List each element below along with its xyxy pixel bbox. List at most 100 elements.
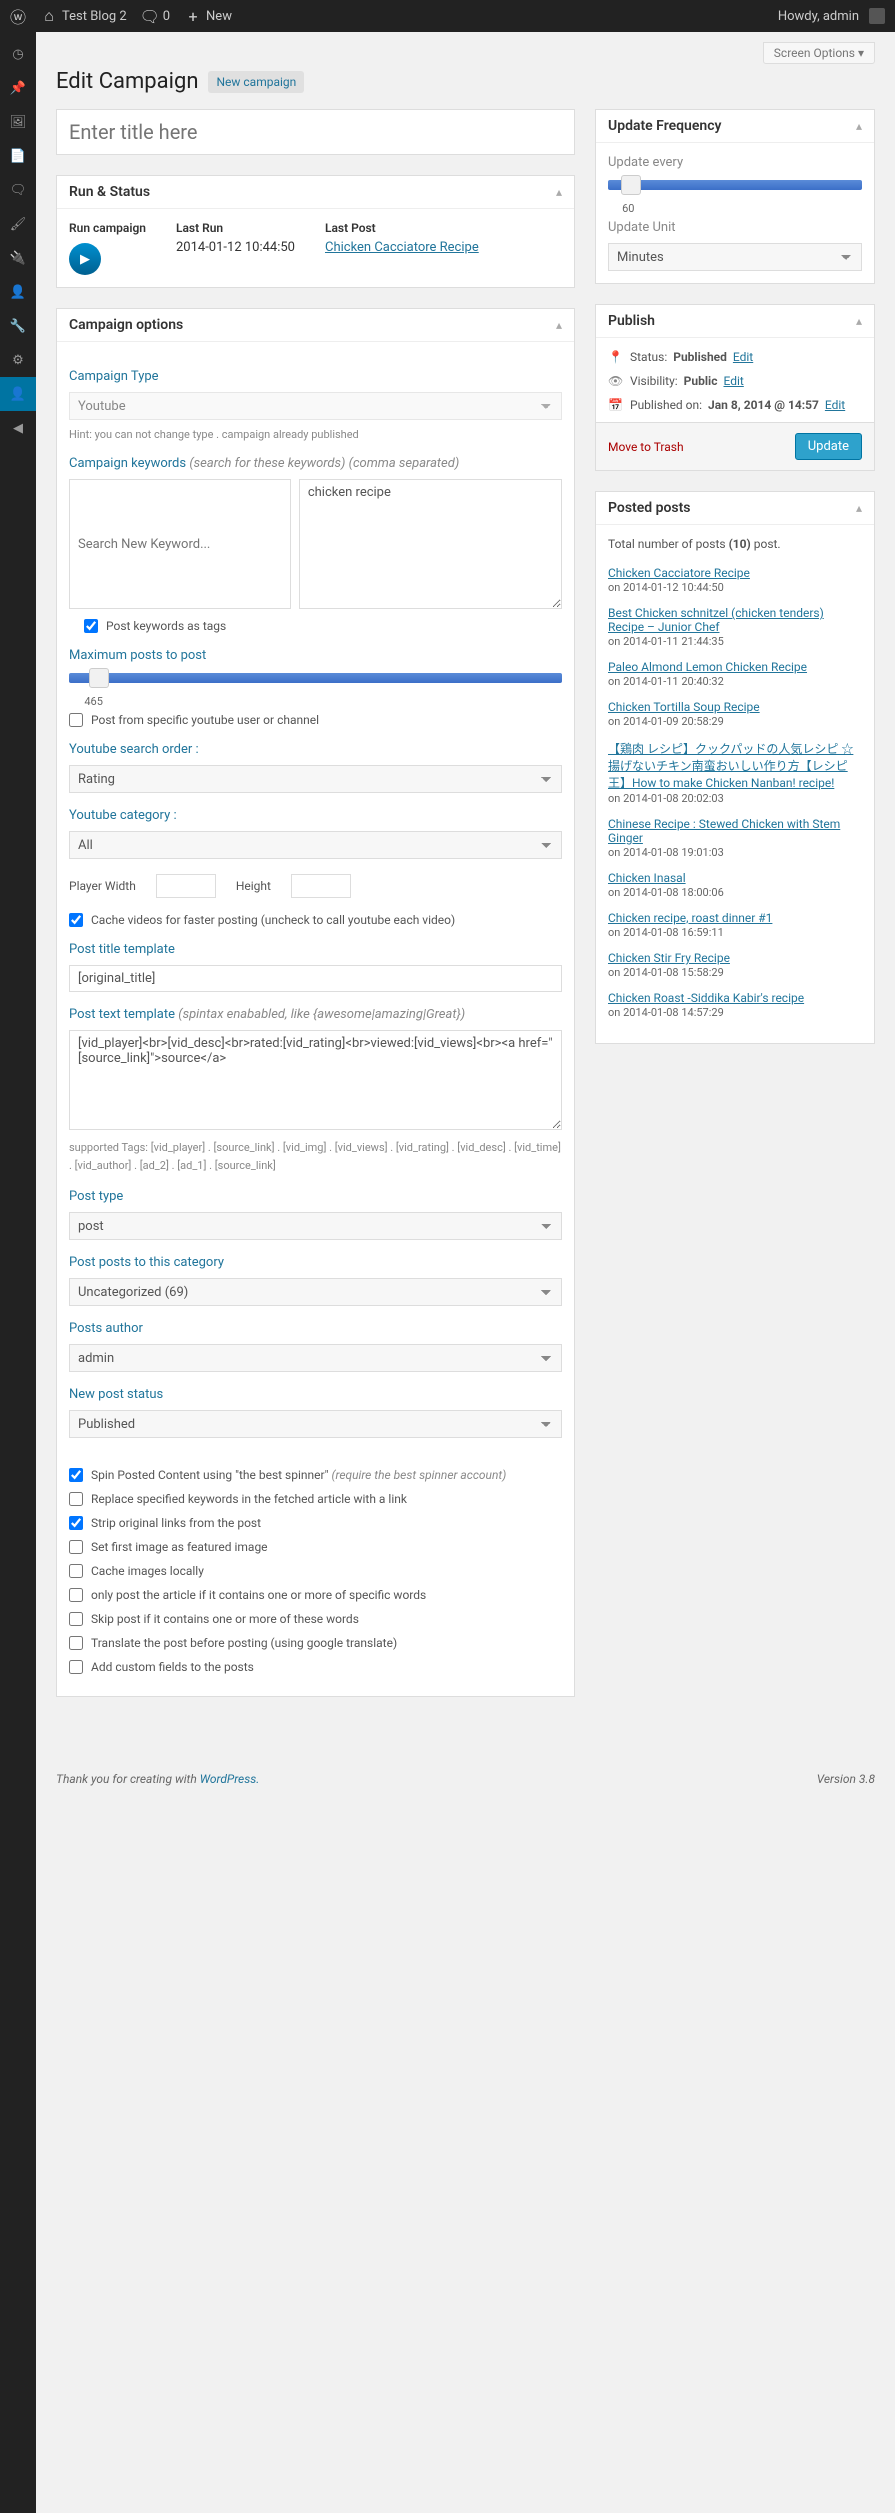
sidebar-comments[interactable]: 🗨 xyxy=(0,173,36,207)
posted-link[interactable]: Chicken Inasal xyxy=(608,871,686,885)
only-post-if-checkbox[interactable] xyxy=(69,1588,83,1602)
posted-item: Chicken recipe, roast dinner #1on 2014-0… xyxy=(608,911,862,939)
title-template-input[interactable] xyxy=(69,965,562,992)
sidebar-posts[interactable]: 📌 xyxy=(0,71,36,105)
posted-link[interactable]: Paleo Almond Lemon Chicken Recipe xyxy=(608,660,807,674)
specific-user-checkbox[interactable] xyxy=(69,713,83,727)
last-post-link[interactable]: Chicken Cacciatore Recipe xyxy=(325,240,479,255)
player-width-label: Player Width xyxy=(69,879,136,893)
wordpress-link[interactable]: WordPress. xyxy=(200,1772,260,1786)
chevron-up-icon: ▴ xyxy=(856,501,862,515)
posted-link[interactable]: Chicken Cacciatore Recipe xyxy=(608,566,750,580)
strip-links-checkbox[interactable] xyxy=(69,1516,83,1530)
height-label: Height xyxy=(236,879,271,893)
post-keywords-tags-label: Post keywords as tags xyxy=(106,619,226,633)
category-select[interactable]: All xyxy=(69,831,562,859)
page-title: Edit Campaign xyxy=(56,69,198,94)
status-edit-link[interactable]: Edit xyxy=(733,350,753,364)
cache-images-checkbox[interactable] xyxy=(69,1564,83,1578)
update-frequency-box: Update Frequency▴ Update every 60 Update… xyxy=(595,109,875,284)
sidebar-tools[interactable]: 🔧 xyxy=(0,309,36,343)
max-posts-value: 465 xyxy=(84,695,103,708)
cache-videos-label: Cache videos for faster posting (uncheck… xyxy=(91,913,455,927)
spin-label: Spin Posted Content using "the best spin… xyxy=(91,1468,506,1482)
player-width-input[interactable] xyxy=(156,874,216,898)
strip-links-label: Strip original links from the post xyxy=(91,1516,261,1530)
sidebar-media[interactable]: 🖼 xyxy=(0,105,36,139)
sidebar-pages[interactable]: 📄 xyxy=(0,139,36,173)
visibility-edit-link[interactable]: Edit xyxy=(723,374,743,388)
text-template-textarea[interactable]: [vid_player]<br>[vid_desc]<br>rated:[vid… xyxy=(69,1030,562,1130)
sidebar-plugins[interactable]: 🔌 xyxy=(0,241,36,275)
translate-checkbox[interactable] xyxy=(69,1636,83,1650)
posted-date: on 2014-01-08 19:01:03 xyxy=(608,846,724,859)
max-posts-slider[interactable]: 465 xyxy=(69,673,562,683)
cache-videos-checkbox[interactable] xyxy=(69,913,83,927)
sidebar-collapse[interactable]: ◀ xyxy=(0,411,36,445)
posted-item: Paleo Almond Lemon Chicken Recipeon 2014… xyxy=(608,660,862,688)
posted-date: on 2014-01-11 21:44:35 xyxy=(608,635,724,648)
posted-link[interactable]: Chicken Stir Fry Recipe xyxy=(608,951,730,965)
wp-logo-icon[interactable]: ⓦ xyxy=(10,8,26,24)
last-run-label: Last Run xyxy=(176,221,295,235)
campaign-title-input[interactable] xyxy=(56,109,575,155)
visibility-value: Public xyxy=(684,374,718,388)
campaign-options-header[interactable]: Campaign options▴ xyxy=(57,309,574,342)
custom-fields-checkbox[interactable] xyxy=(69,1660,83,1674)
cache-images-label: Cache images locally xyxy=(91,1564,204,1578)
published-edit-link[interactable]: Edit xyxy=(825,398,845,412)
trash-link[interactable]: Move to Trash xyxy=(608,440,684,454)
avatar-icon xyxy=(869,8,885,24)
run-status-header[interactable]: Run & Status▴ xyxy=(57,176,574,209)
site-link[interactable]: ⌂Test Blog 2 xyxy=(41,8,127,24)
skip-if-checkbox[interactable] xyxy=(69,1612,83,1626)
publish-header[interactable]: Publish▴ xyxy=(596,305,874,338)
chevron-up-icon: ▴ xyxy=(556,318,562,332)
height-input[interactable] xyxy=(291,874,351,898)
campaign-type-select[interactable]: Youtube xyxy=(69,392,562,420)
posted-link[interactable]: Chinese Recipe : Stewed Chicken with Ste… xyxy=(608,817,840,845)
status-label: Status: xyxy=(630,350,667,364)
play-button[interactable]: ▶ xyxy=(69,243,101,275)
sidebar-appearance[interactable]: 🖌 xyxy=(0,207,36,241)
admin-sidebar: ◷ 📌 🖼 📄 🗨 🖌 🔌 👤 🔧 ⚙ 👤 ◀ xyxy=(0,32,36,2513)
sidebar-campaign[interactable]: 👤 xyxy=(0,377,36,411)
sidebar-users[interactable]: 👤 xyxy=(0,275,36,309)
posted-link[interactable]: Best Chicken schnitzel (chicken tenders)… xyxy=(608,606,824,634)
post-category-select[interactable]: Uncategorized (69) xyxy=(69,1278,562,1306)
post-category-label: Post posts to this category xyxy=(69,1255,562,1270)
posted-link[interactable]: 【鶏肉 レシピ】クックパッドの人気レシピ ☆揚げないチキン南蛮おいしい作り方【レ… xyxy=(608,742,853,790)
update-frequency-header[interactable]: Update Frequency▴ xyxy=(596,110,874,143)
skip-if-label: Skip post if it contains one or more of … xyxy=(91,1612,359,1626)
status-select[interactable]: Published xyxy=(69,1410,562,1438)
new-campaign-button[interactable]: New campaign xyxy=(208,71,304,93)
howdy-link[interactable]: Howdy, admin xyxy=(778,8,885,24)
author-select[interactable]: admin xyxy=(69,1344,562,1372)
posted-link[interactable]: Chicken Tortilla Soup Recipe xyxy=(608,700,760,714)
version-label: Version 3.8 xyxy=(817,1772,875,1786)
replace-keywords-checkbox[interactable] xyxy=(69,1492,83,1506)
update-button[interactable]: Update xyxy=(795,433,862,460)
sidebar-settings[interactable]: ⚙ xyxy=(0,343,36,377)
published-value: Jan 8, 2014 @ 14:57 xyxy=(708,398,819,412)
update-unit-select[interactable]: Minutes xyxy=(608,243,862,271)
post-keywords-tags-checkbox[interactable] xyxy=(84,619,98,633)
posted-link[interactable]: Chicken recipe, roast dinner #1 xyxy=(608,911,772,925)
keywords-textarea[interactable]: chicken recipe xyxy=(299,479,562,609)
keyword-search-input[interactable] xyxy=(69,479,291,609)
footer: Thank you for creating with WordPress. V… xyxy=(36,1757,895,1801)
spin-checkbox[interactable] xyxy=(69,1468,83,1482)
posted-posts-header[interactable]: Posted posts▴ xyxy=(596,492,874,525)
comments-link[interactable]: 🗨0 xyxy=(142,8,170,24)
post-type-select[interactable]: post xyxy=(69,1212,562,1240)
update-every-slider[interactable]: 60 xyxy=(608,180,862,190)
chevron-up-icon: ▴ xyxy=(556,185,562,199)
admin-bar: ⓦ ⌂Test Blog 2 🗨0 +New Howdy, admin xyxy=(0,0,895,32)
featured-image-checkbox[interactable] xyxy=(69,1540,83,1554)
posted-link[interactable]: Chicken Roast -Siddika Kabir's recipe xyxy=(608,991,804,1005)
new-link[interactable]: +New xyxy=(185,8,232,24)
campaign-options-box: Campaign options▴ Campaign Type Youtube … xyxy=(56,308,575,1697)
screen-options-button[interactable]: Screen Options ▾ xyxy=(763,42,875,64)
sidebar-dashboard[interactable]: ◷ xyxy=(0,37,36,71)
search-order-select[interactable]: Rating xyxy=(69,765,562,793)
